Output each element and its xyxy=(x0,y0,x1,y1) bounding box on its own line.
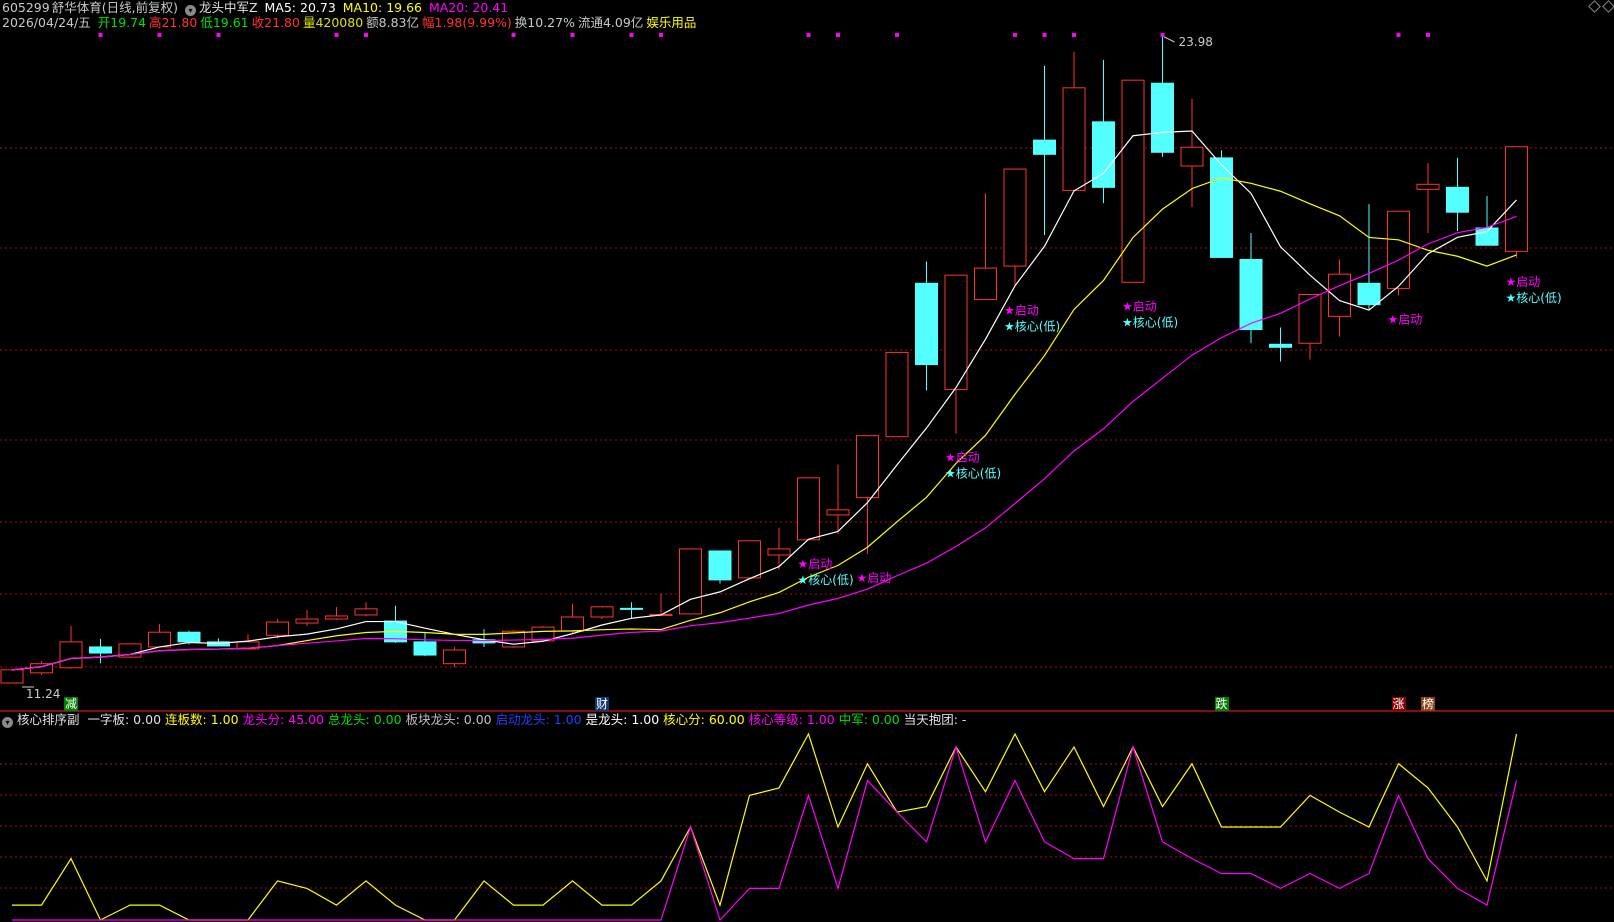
candle-down xyxy=(1269,343,1292,348)
signal-dot xyxy=(98,33,103,37)
high-label: 23.98 xyxy=(1179,35,1213,49)
candle-down xyxy=(1033,139,1056,155)
lower-indicator-title[interactable]: 核心排序副 xyxy=(17,712,80,727)
candle-up xyxy=(767,548,791,556)
lower-indicator-value: 是龙头: 1.00 xyxy=(585,712,660,727)
start-signal-label: ★启动 xyxy=(1004,303,1039,317)
ma5-line xyxy=(11,130,1517,671)
candle-up xyxy=(561,616,584,632)
signal-dot xyxy=(511,33,516,37)
candle-down xyxy=(177,631,201,643)
candle-down xyxy=(1239,258,1263,331)
candle-down xyxy=(89,646,112,654)
signal-dot xyxy=(1013,33,1017,37)
low-label: 11.24 xyxy=(26,687,60,701)
candle-up xyxy=(826,509,850,516)
candle-up xyxy=(944,274,968,390)
candle-up xyxy=(1003,168,1027,267)
lower-indicator-value: 连板数: 1.00 xyxy=(165,712,239,727)
candle-up xyxy=(59,641,83,669)
candle-up xyxy=(295,618,319,624)
start-signal-label: ★启动 xyxy=(1388,313,1423,327)
signal-dot xyxy=(364,33,368,37)
lower-indicator-value: 板块龙头: 0.00 xyxy=(405,712,492,727)
core-signal-label: ★核心(低) xyxy=(1004,319,1060,333)
lower-magenta-line xyxy=(12,744,1518,922)
signal-dot xyxy=(659,33,663,37)
core-signal-label: ★核心(低) xyxy=(798,573,854,587)
candle-up xyxy=(738,540,761,579)
candle-up xyxy=(354,608,378,616)
candle-up xyxy=(266,621,289,636)
candle-up xyxy=(856,435,879,499)
ma20-line xyxy=(11,215,1517,671)
lower-indicator-value: 核心等级: 1.00 xyxy=(748,712,835,727)
core-signal-label: ★核心(低) xyxy=(1122,315,1178,329)
candle-up xyxy=(325,615,348,620)
signal-dot xyxy=(836,33,840,37)
signal-dot xyxy=(1072,33,1076,37)
candle-up xyxy=(590,606,614,618)
candle-up xyxy=(1328,273,1351,317)
candle-up xyxy=(1180,146,1204,167)
candle-up xyxy=(797,477,820,541)
candle-up xyxy=(1121,79,1145,283)
start-signal-label: ★启动 xyxy=(1506,275,1541,289)
signal-dot xyxy=(895,33,899,37)
lower-panel-header: ▾ 核心排序副 一字板: 0.00 连板数: 1.00 龙头分: 45.00 总龙头: … xyxy=(2,712,974,728)
candle-up xyxy=(1062,87,1086,191)
lower-indicator-value: 一字板: 0.00 xyxy=(87,712,162,727)
start-signal-label: ★启动 xyxy=(1122,299,1157,313)
candle-down xyxy=(620,607,643,610)
lower-indicator-value: 核心分: 60.00 xyxy=(663,712,745,727)
candle-up xyxy=(443,649,466,665)
signal-dot xyxy=(1426,33,1430,37)
lower-indicator-value: 龙头分: 45.00 xyxy=(242,712,325,727)
lower-indicator-value: 启动龙头: 1.00 xyxy=(495,712,582,727)
candle-down xyxy=(1475,227,1499,246)
signal-dot xyxy=(1042,33,1047,37)
signal-dot xyxy=(334,33,339,37)
event-tag[interactable]: 榜 xyxy=(1421,697,1436,711)
signal-dot xyxy=(1396,33,1401,37)
start-signal-label: ★启动 xyxy=(798,557,833,571)
signal-dot xyxy=(1160,33,1165,37)
start-signal-label: ★启动 xyxy=(857,571,892,585)
candle-down xyxy=(1446,186,1469,213)
candle-down xyxy=(708,550,732,581)
chart-canvas[interactable]: 23.9811.24★启动★核心(低) ★启动★启动★核心(低)★启动★核心(低)… xyxy=(0,0,1614,922)
lower-indicator-value: 中军: 0.00 xyxy=(838,712,900,727)
candle-down xyxy=(1357,282,1381,306)
lower-indicator-value: 总龙头: 0.00 xyxy=(328,712,402,727)
event-tag[interactable]: 跌 xyxy=(1214,697,1229,711)
candle-up xyxy=(148,631,171,648)
candle-down xyxy=(413,641,437,656)
start-signal-label: ★启动 xyxy=(945,451,980,465)
ma10-line xyxy=(11,177,1517,671)
candle-up xyxy=(1416,183,1440,190)
signal-dot xyxy=(570,33,575,37)
candle-up xyxy=(679,548,702,615)
lower-indicator-menu-icon[interactable]: ▾ xyxy=(2,717,13,728)
candle-up xyxy=(1298,293,1322,344)
event-tag[interactable]: 涨 xyxy=(1391,697,1406,711)
candle-up xyxy=(1387,210,1410,289)
signal-dot xyxy=(157,33,162,37)
signal-dot xyxy=(806,33,811,37)
core-signal-label: ★核心(低) xyxy=(945,467,1001,481)
candle-down xyxy=(1151,82,1174,153)
lower-indicator-value: 当天抱团: - xyxy=(903,712,967,727)
signal-dot xyxy=(629,33,634,37)
core-signal-label: ★核心(低) xyxy=(1506,291,1562,305)
signal-dot xyxy=(216,33,221,37)
event-tag[interactable]: 财 xyxy=(595,697,610,711)
candle-up xyxy=(0,669,24,684)
lower-yellow-line xyxy=(12,732,1518,921)
candle-down xyxy=(915,282,938,366)
event-tag[interactable]: 减 xyxy=(64,697,79,711)
candle-up xyxy=(1505,146,1528,252)
candle-up xyxy=(974,267,997,301)
candle-up xyxy=(885,351,909,438)
